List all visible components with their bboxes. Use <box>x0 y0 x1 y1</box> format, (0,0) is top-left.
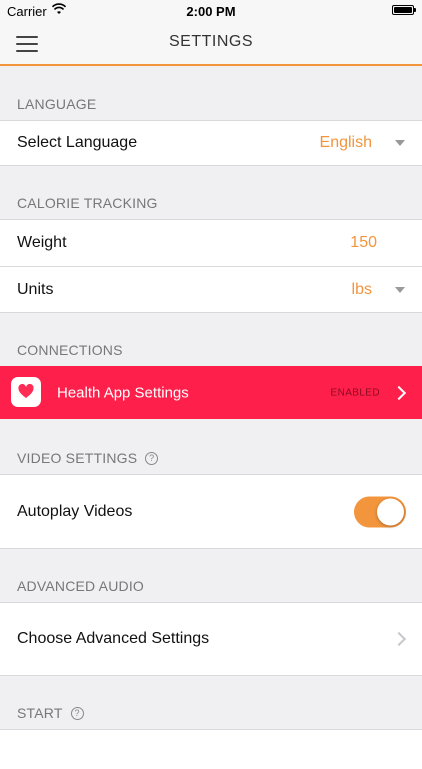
chevron-right-icon <box>391 631 407 647</box>
language-value: English <box>319 134 372 151</box>
autoplay-toggle[interactable] <box>354 496 406 527</box>
help-icon[interactable]: ? <box>70 706 84 720</box>
weight-value[interactable]: 150 <box>350 234 377 252</box>
section-header-audio: ADVANCED AUDIO <box>17 578 145 594</box>
units-value: lbs <box>351 280 372 298</box>
start-row[interactable] <box>0 729 422 769</box>
toggle-knob <box>377 498 404 525</box>
section-header-language: LANGUAGE <box>17 96 97 112</box>
battery-icon <box>392 5 416 15</box>
weight-row[interactable]: Weight 150 <box>0 219 422 266</box>
health-status-badge: ENABLED <box>330 387 380 398</box>
heart-icon <box>18 384 34 398</box>
choose-advanced-settings-label: Choose Advanced Settings <box>17 630 210 647</box>
section-header-calorie: CALORIE TRACKING <box>17 195 158 211</box>
choose-advanced-settings-row[interactable]: Choose Advanced Settings <box>0 602 422 676</box>
dropdown-caret-icon <box>395 286 405 293</box>
health-app-icon <box>11 377 41 407</box>
clock: 2:00 PM <box>186 4 236 19</box>
autoplay-videos-row: Autoplay Videos <box>0 474 422 549</box>
help-icon[interactable]: ? <box>145 451 159 465</box>
section-header-connections: CONNECTIONS <box>17 342 123 358</box>
nav-bar: SETTINGS <box>0 22 422 66</box>
units-label: Units <box>17 280 54 298</box>
dropdown-caret-icon <box>395 140 405 146</box>
health-app-settings-row[interactable]: Health App Settings ENABLED <box>0 366 422 419</box>
units-row[interactable]: Units lbs <box>0 266 422 313</box>
health-app-settings-label: Health App Settings <box>57 384 189 401</box>
select-language-label: Select Language <box>17 134 138 151</box>
section-header-start: START ? <box>17 705 84 721</box>
select-language-row[interactable]: Select Language English <box>0 120 422 166</box>
weight-label: Weight <box>17 234 67 251</box>
status-bar: Carrier 2:00 PM <box>0 0 422 22</box>
chevron-right-icon <box>391 385 407 400</box>
video-settings-header-label: VIDEO SETTINGS <box>17 450 138 466</box>
section-header-video: VIDEO SETTINGS ? <box>17 450 159 466</box>
page-title: SETTINGS <box>168 33 253 50</box>
autoplay-videos-label: Autoplay Videos <box>17 502 133 520</box>
start-header-label: START <box>17 705 63 721</box>
